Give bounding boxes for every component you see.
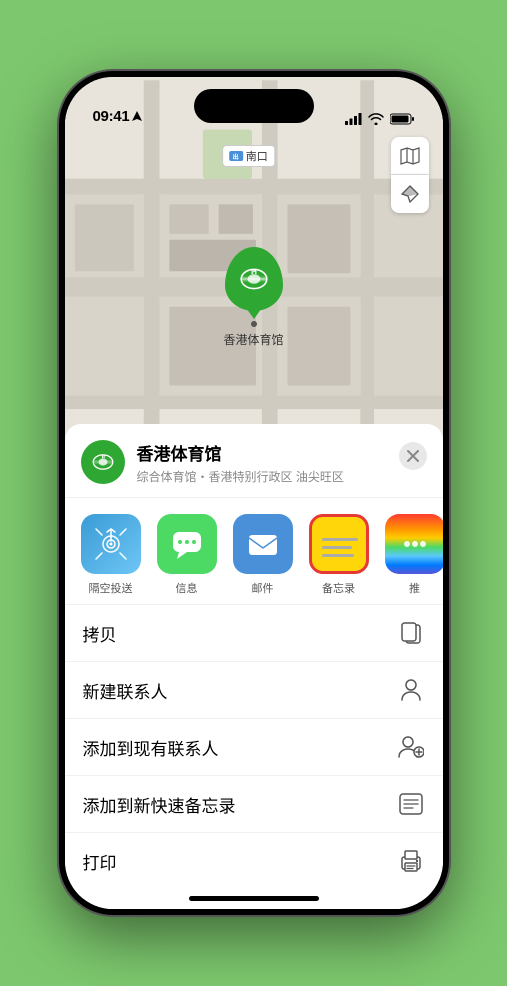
action-list: 拷贝 新建联系人 [65, 605, 443, 889]
map-type-button[interactable] [391, 137, 429, 175]
new-contact-label: 新建联系人 [83, 678, 168, 703]
share-item-mail[interactable]: 邮件 [233, 514, 293, 596]
quick-notes-label: 添加到新快速备忘录 [83, 792, 236, 817]
phone-screen: 09:41 [65, 77, 443, 909]
airdrop-label: 隔空投送 [89, 580, 133, 596]
map-location-label: 出 南口 [222, 145, 275, 167]
dynamic-island [194, 89, 314, 123]
location-info: 香港体育馆 综合体育馆・香港特别行政区 油尖旺区 [137, 440, 399, 485]
signal-icon [345, 113, 362, 125]
add-contact-label: 添加到现有联系人 [83, 735, 219, 760]
location-description: 综合体育馆・香港特别行政区 油尖旺区 [137, 468, 399, 485]
marker-pin [224, 247, 282, 311]
map-label-text: 南口 [246, 148, 268, 164]
action-row-copy[interactable]: 拷贝 [65, 605, 443, 662]
notes-label: 备忘录 [322, 580, 355, 596]
battery-icon [390, 113, 415, 125]
status-time: 09:41 [93, 108, 130, 125]
share-row: 隔空投送 信息 [65, 498, 443, 605]
copy-icon [397, 619, 425, 647]
location-arrow-icon [401, 185, 419, 203]
action-row-add-contact[interactable]: 添加到现有联系人 [65, 719, 443, 776]
home-indicator [189, 896, 319, 901]
mail-label: 邮件 [252, 580, 274, 596]
location-icon-circle [81, 440, 125, 484]
airdrop-icon [81, 514, 141, 574]
mail-icon [233, 514, 293, 574]
action-row-quick-notes[interactable]: 添加到新快速备忘录 [65, 776, 443, 833]
status-icons [345, 113, 415, 125]
add-person-icon [397, 733, 425, 761]
map-controls [391, 137, 429, 213]
location-name: 香港体育馆 [137, 440, 399, 465]
close-button[interactable] [399, 442, 427, 470]
more-icon [385, 514, 443, 574]
location-header: 香港体育馆 综合体育馆・香港特别行政区 油尖旺区 [65, 424, 443, 498]
bottom-sheet: 香港体育馆 综合体育馆・香港特别行政区 油尖旺区 [65, 424, 443, 909]
wifi-icon [368, 113, 384, 125]
print-icon [397, 847, 425, 875]
share-item-messages[interactable]: 信息 [157, 514, 217, 596]
notes-icon [309, 514, 369, 574]
stadium-marker: 香港体育馆 [223, 247, 283, 348]
location-button[interactable] [391, 175, 429, 213]
action-row-print[interactable]: 打印 [65, 833, 443, 889]
person-icon [397, 676, 425, 704]
location-arrow-icon [132, 111, 142, 123]
phone-frame: 09:41 [59, 71, 449, 915]
share-item-notes[interactable]: 备忘录 [309, 514, 369, 596]
print-label: 打印 [83, 849, 117, 874]
marker-dot [250, 321, 256, 327]
share-item-more[interactable]: 推 [385, 514, 443, 596]
quick-note-icon [397, 790, 425, 818]
share-item-airdrop[interactable]: 隔空投送 [81, 514, 141, 596]
copy-label: 拷贝 [83, 621, 117, 646]
more-label: 推 [409, 580, 420, 596]
action-row-new-contact[interactable]: 新建联系人 [65, 662, 443, 719]
marker-label: 香港体育馆 [223, 331, 283, 348]
messages-label: 信息 [176, 580, 198, 596]
map-icon [400, 146, 420, 166]
messages-icon [157, 514, 217, 574]
exit-icon: 出 [229, 151, 243, 161]
